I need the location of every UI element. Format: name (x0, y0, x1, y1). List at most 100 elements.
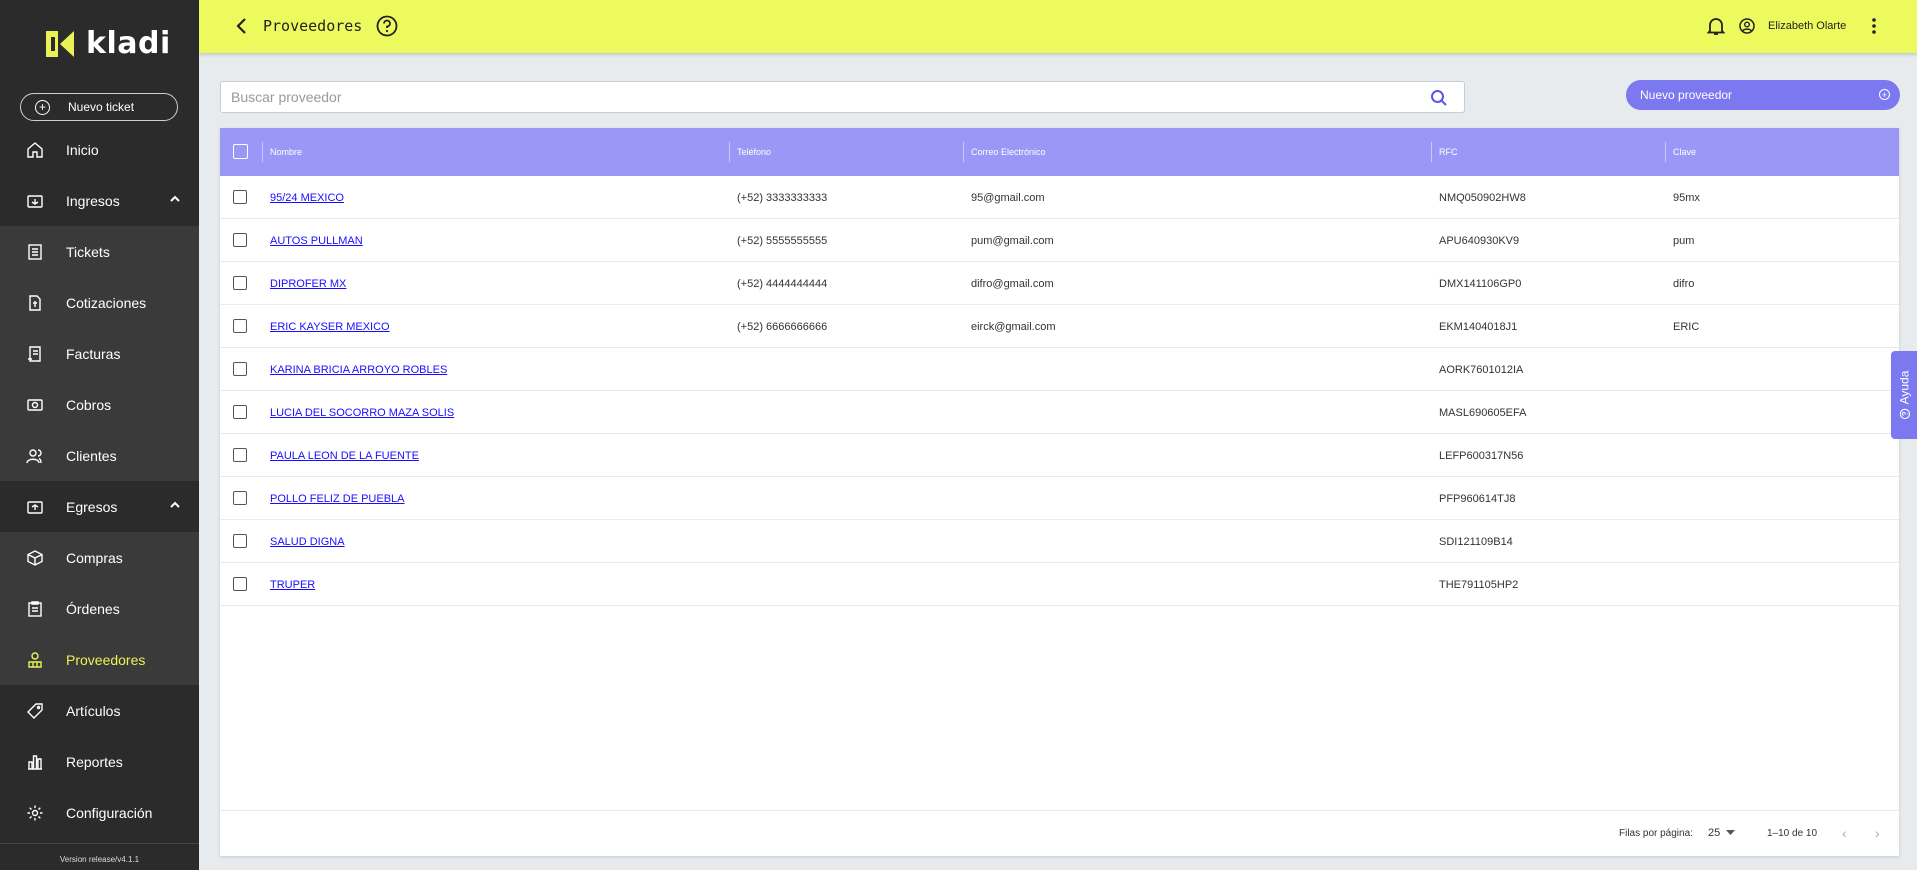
row-checkbox[interactable] (233, 319, 247, 333)
back-arrow-icon[interactable] (233, 17, 251, 35)
help-tab-label: Ayuda (1897, 370, 1911, 405)
topbar: Proveedores Elizabeth Olarte (199, 0, 1917, 53)
table-row[interactable]: DIPROFER MX (+52) 4444444444 difro@gmail… (220, 262, 1899, 305)
help-circle-icon[interactable] (376, 15, 398, 37)
phone-cell (729, 348, 737, 391)
more-vertical-icon[interactable] (1871, 16, 1877, 36)
home-icon (26, 141, 44, 159)
key-cell (1665, 477, 1673, 520)
column-header-telefono[interactable]: Teléfono (729, 128, 963, 176)
phone-cell: (+52) 5555555555 (737, 234, 828, 247)
help-tab[interactable]: Ayuda (1891, 351, 1917, 439)
supplier-name-link[interactable]: TRUPER (270, 579, 315, 591)
chevron-left-icon[interactable]: ‹ (1842, 825, 1847, 841)
column-header-rfc[interactable]: RFC (1431, 128, 1665, 176)
table-row[interactable]: ERIC KAYSER MEXICO (+52) 6666666666 eirc… (220, 305, 1899, 348)
sidebar-item-reportes[interactable]: Reportes (0, 736, 199, 787)
select-all-checkbox[interactable] (233, 144, 248, 159)
row-checkbox[interactable] (233, 405, 247, 419)
row-checkbox[interactable] (233, 233, 247, 247)
divider (0, 843, 199, 844)
sidebar-item-compras[interactable]: Compras (0, 532, 199, 583)
search-input[interactable] (221, 82, 1401, 112)
row-checkbox[interactable] (233, 362, 247, 376)
sidebar-item-ordenes[interactable]: Órdenes (0, 583, 199, 634)
row-checkbox[interactable] (233, 448, 247, 462)
supplier-name-link[interactable]: PAULA LEON DE LA FUENTE (270, 450, 419, 462)
supplier-name-link[interactable]: SALUD DIGNA (270, 536, 345, 548)
kladi-logo-icon (46, 30, 74, 57)
sidebar-item-label: Órdenes (66, 600, 120, 617)
rows-per-page-label: Filas por página: (1619, 828, 1693, 839)
phone-cell (729, 520, 737, 563)
reports-icon (26, 753, 44, 771)
new-ticket-label: Nuevo ticket (68, 100, 135, 114)
sidebar-item-label: Clientes (66, 447, 117, 464)
user-circle-icon (1739, 18, 1755, 34)
rows-per-page-select[interactable]: 25 (1708, 827, 1736, 839)
supplier-name-link[interactable]: LUCIA DEL SOCORRO MAZA SOLIS (270, 407, 454, 419)
supplier-name-link[interactable]: ERIC KAYSER MEXICO (270, 321, 390, 333)
new-ticket-button[interactable]: + Nuevo ticket (20, 93, 178, 121)
rfc-cell: AORK7601012IA (1439, 363, 1524, 376)
sidebar-item-clientes[interactable]: Clientes (0, 430, 199, 481)
row-checkbox[interactable] (233, 491, 247, 505)
table-row[interactable]: LUCIA DEL SOCORRO MAZA SOLIS MASL690605E… (220, 391, 1899, 434)
chevron-right-icon[interactable]: › (1875, 825, 1880, 841)
sidebar-item-label: Ingresos (66, 192, 120, 209)
bell-icon[interactable] (1707, 16, 1725, 36)
sidebar-item-facturas[interactable]: Facturas (0, 328, 199, 379)
gear-icon (26, 804, 44, 822)
row-checkbox[interactable] (233, 534, 247, 548)
chevron-up-icon (170, 195, 180, 202)
row-checkbox[interactable] (233, 190, 247, 204)
key-cell (1665, 563, 1673, 606)
search-icon[interactable] (1430, 89, 1448, 107)
column-header-nombre[interactable]: Nombre (262, 128, 729, 176)
sidebar-item-configuracion[interactable]: Configuración (0, 787, 199, 838)
email-cell (963, 477, 971, 520)
row-checkbox[interactable] (233, 577, 247, 591)
supplier-name-link[interactable]: POLLO FELIZ DE PUEBLA (270, 493, 405, 505)
key-cell (1665, 520, 1673, 563)
supplier-name-link[interactable]: KARINA BRICIA ARROYO ROBLES (270, 364, 447, 376)
version-label: Version release/v4.1.1 (59, 855, 140, 864)
email-cell (963, 434, 971, 477)
sidebar-item-inicio[interactable]: Inicio (0, 124, 199, 175)
plus-circle-icon: + (35, 99, 50, 115)
sidebar-item-proveedores[interactable]: Proveedores (0, 634, 199, 685)
row-checkbox[interactable] (233, 276, 247, 290)
logo-text: kladi (86, 26, 171, 61)
column-header-correo[interactable]: Correo Electrónico (963, 128, 1431, 176)
supplier-name-link[interactable]: DIPROFER MX (270, 278, 346, 290)
kladi-logo[interactable]: kladi (44, 26, 171, 61)
table-row[interactable]: AUTOS PULLMAN (+52) 5555555555 pum@gmail… (220, 219, 1899, 262)
supplier-name-link[interactable]: 95/24 MEXICO (270, 192, 344, 204)
sidebar-item-cotizaciones[interactable]: Cotizaciones (0, 277, 199, 328)
column-header-clave[interactable]: Clave (1665, 128, 1899, 176)
rows-per-page-value: 25 (1708, 827, 1721, 839)
table-row[interactable]: SALUD DIGNA SDI121109B14 (220, 520, 1899, 563)
table-row[interactable]: PAULA LEON DE LA FUENTE LEFP600317N56 (220, 434, 1899, 477)
ticket-icon (26, 243, 44, 261)
sidebar-item-ingresos[interactable]: Ingresos (0, 175, 199, 226)
tag-icon (26, 702, 44, 720)
email-cell: pum@gmail.com (971, 234, 1054, 247)
supplier-name-link[interactable]: AUTOS PULLMAN (270, 235, 363, 247)
new-supplier-button[interactable]: Nuevo proveedor + (1626, 80, 1900, 110)
sidebar-item-egresos[interactable]: Egresos (0, 481, 199, 532)
rfc-cell: MASL690605EFA (1439, 406, 1527, 419)
sidebar-item-articulos[interactable]: Artículos (0, 685, 199, 736)
table-row[interactable]: 95/24 MEXICO (+52) 3333333333 95@gmail.c… (220, 176, 1899, 219)
orders-icon (26, 600, 44, 618)
table-row[interactable]: POLLO FELIZ DE PUEBLA PFP960614TJ8 (220, 477, 1899, 520)
sidebar-item-label: Artículos (66, 702, 121, 719)
table-row[interactable]: TRUPER THE791105HP2 (220, 563, 1899, 606)
phone-cell (729, 477, 737, 520)
sidebar-item-tickets[interactable]: Tickets (0, 226, 199, 277)
chevron-up-icon (170, 501, 180, 508)
user-name[interactable]: Elizabeth Olarte (1768, 20, 1846, 32)
help-circle-icon (1898, 408, 1910, 420)
table-row[interactable]: KARINA BRICIA ARROYO ROBLES AORK7601012I… (220, 348, 1899, 391)
sidebar-item-cobros[interactable]: Cobros (0, 379, 199, 430)
